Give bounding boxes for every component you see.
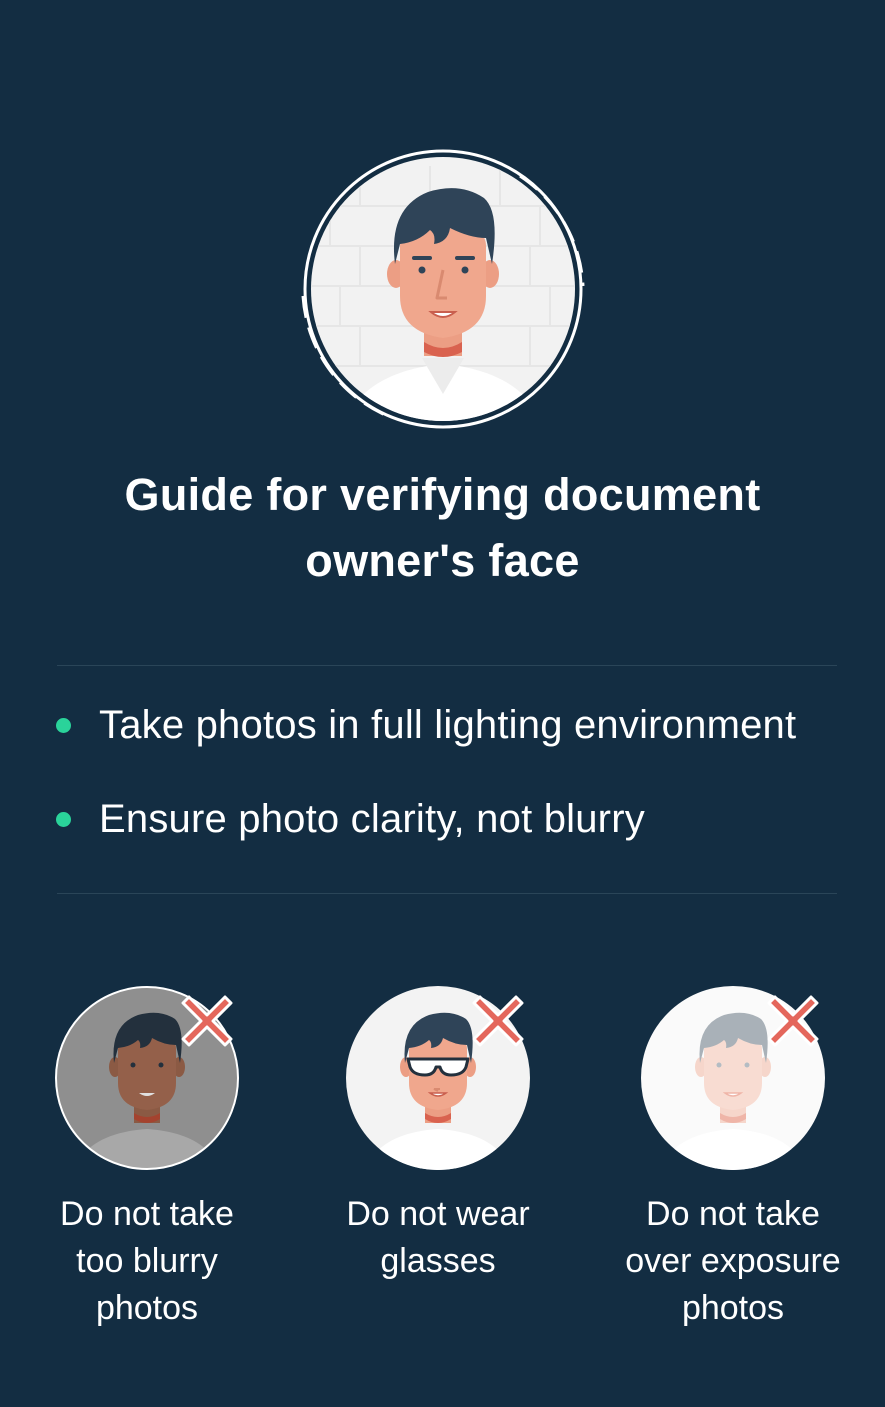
example-blurry: Do not take too blurry photos xyxy=(7,985,287,1332)
bullet-icon xyxy=(56,717,71,733)
page-title: Guide for verifying document owner's fac… xyxy=(124,469,761,586)
bullet-icon xyxy=(56,811,71,827)
example-caption: Do not take too blurry photos xyxy=(60,1195,234,1327)
face-avatar-icon xyxy=(301,149,585,429)
divider xyxy=(57,665,837,666)
example-glasses: Do not wear glasses xyxy=(298,985,578,1285)
reject-icon xyxy=(765,993,821,1049)
list-item: Ensure photo clarity, not blurry xyxy=(56,789,645,849)
reject-icon xyxy=(470,993,526,1049)
face-verification-guide: Guide for verifying document owner's fac… xyxy=(0,0,885,1407)
reject-icon xyxy=(179,993,235,1049)
list-item: Take photos in full lighting environment xyxy=(56,695,796,755)
example-overexposed: Do not take over exposure photos xyxy=(593,985,873,1332)
example-caption: Do not take over exposure photos xyxy=(625,1195,841,1327)
face-illustration xyxy=(300,146,586,432)
example-caption: Do not wear glasses xyxy=(346,1195,530,1280)
divider xyxy=(57,893,837,894)
